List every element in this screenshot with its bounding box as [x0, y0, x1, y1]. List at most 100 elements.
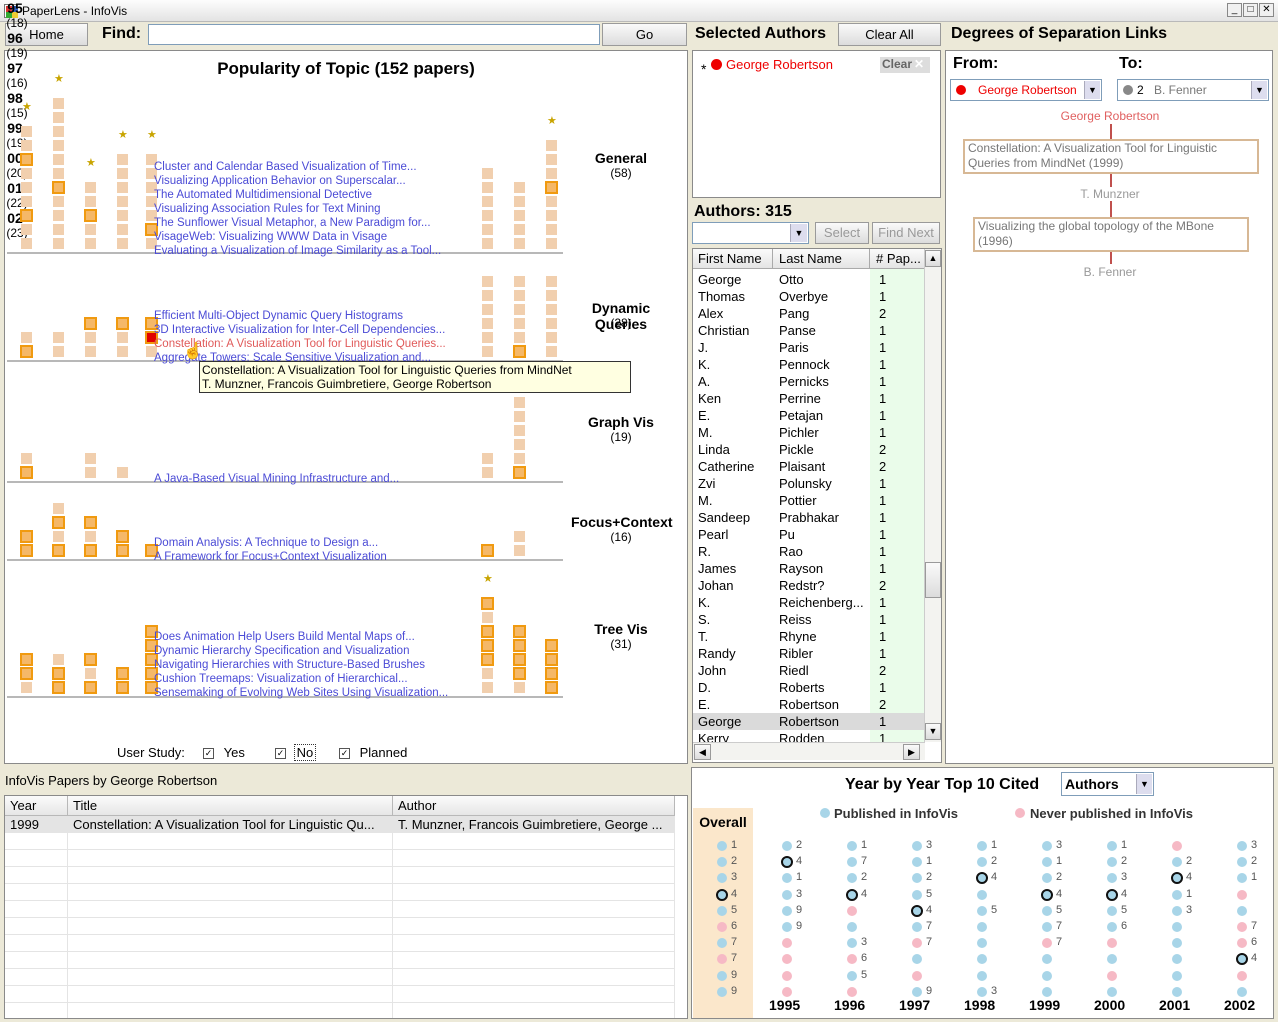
authors-filter-dropdown[interactable]: ▼: [692, 222, 809, 244]
author-row[interactable]: M. Pichler 1: [693, 424, 924, 441]
paper-square[interactable]: [482, 668, 493, 679]
paper-title-link[interactable]: A Java-Based Visual Mining Infrastructur…: [154, 473, 399, 485]
selected-author-dot[interactable]: [1041, 888, 1053, 901]
chain-person-from[interactable]: George Robertson: [960, 109, 1260, 123]
paper-square[interactable]: [481, 639, 494, 652]
paper-title-link[interactable]: 3D Interactive Visualization for Inter-C…: [154, 324, 445, 336]
paper-square[interactable]: [513, 639, 526, 652]
scroll-down-icon[interactable]: ▼: [925, 723, 941, 740]
paper-square[interactable]: [514, 411, 525, 422]
author-row[interactable]: Catherine Plaisant 2: [693, 458, 924, 475]
published-dot[interactable]: [1107, 922, 1117, 932]
published-dot[interactable]: [912, 889, 922, 900]
author-row[interactable]: Johan Redstr? 2: [693, 577, 924, 594]
never-published-dot[interactable]: [847, 986, 857, 997]
go-button[interactable]: Go: [602, 23, 687, 46]
published-dot[interactable]: [847, 922, 857, 932]
paper-square[interactable]: [85, 332, 96, 343]
paper-square[interactable]: [513, 345, 526, 358]
published-dot[interactable]: [977, 889, 987, 900]
paper-square[interactable]: [514, 453, 525, 464]
paper-square[interactable]: [545, 181, 558, 194]
paper-square[interactable]: [52, 516, 65, 529]
paper-square[interactable]: [53, 112, 64, 123]
scroll-thumb[interactable]: [925, 562, 941, 598]
paper-title-link[interactable]: Efficient Multi-Object Dynamic Query His…: [154, 310, 403, 322]
published-dot[interactable]: [977, 970, 987, 981]
published-dot[interactable]: [1042, 841, 1052, 851]
author-row[interactable]: Zvi Polunsky 1: [693, 475, 924, 492]
paper-square[interactable]: [85, 238, 96, 249]
paper-square[interactable]: [20, 653, 33, 666]
author-row[interactable]: R. Rao 1: [693, 543, 924, 560]
paper-square[interactable]: [117, 332, 128, 343]
chain-paper-2[interactable]: Visualizing the global topology of the M…: [973, 217, 1249, 252]
paper-square[interactable]: [546, 318, 557, 329]
published-dot[interactable]: [977, 922, 987, 932]
published-dot[interactable]: [1107, 841, 1117, 851]
published-dot[interactable]: [912, 986, 922, 997]
paper-square[interactable]: [546, 290, 557, 301]
select-button[interactable]: Select: [815, 222, 869, 244]
published-dot[interactable]: [717, 970, 727, 981]
paper-square[interactable]: [514, 304, 525, 315]
published-dot[interactable]: [717, 986, 727, 997]
author-row[interactable]: Randy Ribler 1: [693, 645, 924, 662]
paper-square[interactable]: [514, 439, 525, 450]
paper-square[interactable]: [53, 210, 64, 221]
paper-square[interactable]: [52, 667, 65, 680]
paper-square[interactable]: [21, 126, 32, 137]
paper-square[interactable]: [482, 224, 493, 235]
col-paper-count[interactable]: # Pap...: [871, 249, 925, 269]
published-dot[interactable]: [1237, 905, 1247, 916]
from-dropdown[interactable]: George Robertson ▼: [950, 79, 1102, 101]
paper-square[interactable]: [545, 667, 558, 680]
paper-square[interactable]: [53, 654, 64, 665]
paper-square[interactable]: [21, 168, 32, 179]
col-first-name[interactable]: First Name: [693, 249, 773, 269]
author-row[interactable]: Ken Perrine 1: [693, 390, 924, 407]
published-dot[interactable]: [977, 905, 987, 916]
author-row[interactable]: K. Reichenberg... 1: [693, 594, 924, 611]
selected-author-dot[interactable]: [846, 888, 858, 901]
selected-author-dot[interactable]: [716, 888, 728, 901]
paper-square[interactable]: [53, 126, 64, 137]
paper-title-link[interactable]: Evaluating a Visualization of Image Simi…: [154, 245, 441, 257]
paper-square[interactable]: [481, 653, 494, 666]
published-dot[interactable]: [782, 841, 792, 851]
paper-square[interactable]: [85, 531, 96, 542]
published-dot[interactable]: [912, 922, 922, 932]
paper-square[interactable]: [85, 196, 96, 207]
paper-square[interactable]: [52, 681, 65, 694]
paper-square[interactable]: [117, 196, 128, 207]
paper-square[interactable]: [116, 681, 129, 694]
maximize-icon[interactable]: □: [1243, 3, 1258, 17]
paper-square[interactable]: [85, 182, 96, 193]
paper-square[interactable]: [513, 653, 526, 666]
table-row[interactable]: 1999 Constellation: A Visualization Tool …: [5, 816, 675, 833]
paper-title-link[interactable]: VisageWeb: Visualizing WWW Data in Visag…: [154, 231, 387, 243]
paper-square[interactable]: [481, 544, 494, 557]
paper-square[interactable]: [546, 276, 557, 287]
never-published-dot[interactable]: [1237, 889, 1247, 900]
yes-filter[interactable]: ✓ Yes: [203, 745, 245, 760]
paper-square[interactable]: [514, 682, 525, 693]
published-dot[interactable]: [1237, 986, 1247, 997]
paper-square[interactable]: [53, 196, 64, 207]
paper-square[interactable]: [513, 667, 526, 680]
author-row[interactable]: Sandeep Prabhakar 1: [693, 509, 924, 526]
paper-square[interactable]: [482, 346, 493, 357]
author-row[interactable]: T. Rhyne 1: [693, 628, 924, 645]
published-dot[interactable]: [782, 889, 792, 900]
paper-square[interactable]: [546, 304, 557, 315]
paper-square[interactable]: [53, 154, 64, 165]
paper-title-link[interactable]: The Sunflower Visual Metaphor, a New Par…: [154, 217, 431, 229]
paper-square[interactable]: [117, 467, 128, 478]
paper-title-link[interactable]: Visualizing Application Behavior on Supe…: [154, 175, 406, 187]
paper-square[interactable]: [546, 154, 557, 165]
paper-square[interactable]: [482, 210, 493, 221]
published-dot[interactable]: [977, 986, 987, 997]
paper-square[interactable]: [546, 140, 557, 151]
author-row[interactable]: Christian Panse 1: [693, 322, 924, 339]
paper-square[interactable]: [482, 682, 493, 693]
